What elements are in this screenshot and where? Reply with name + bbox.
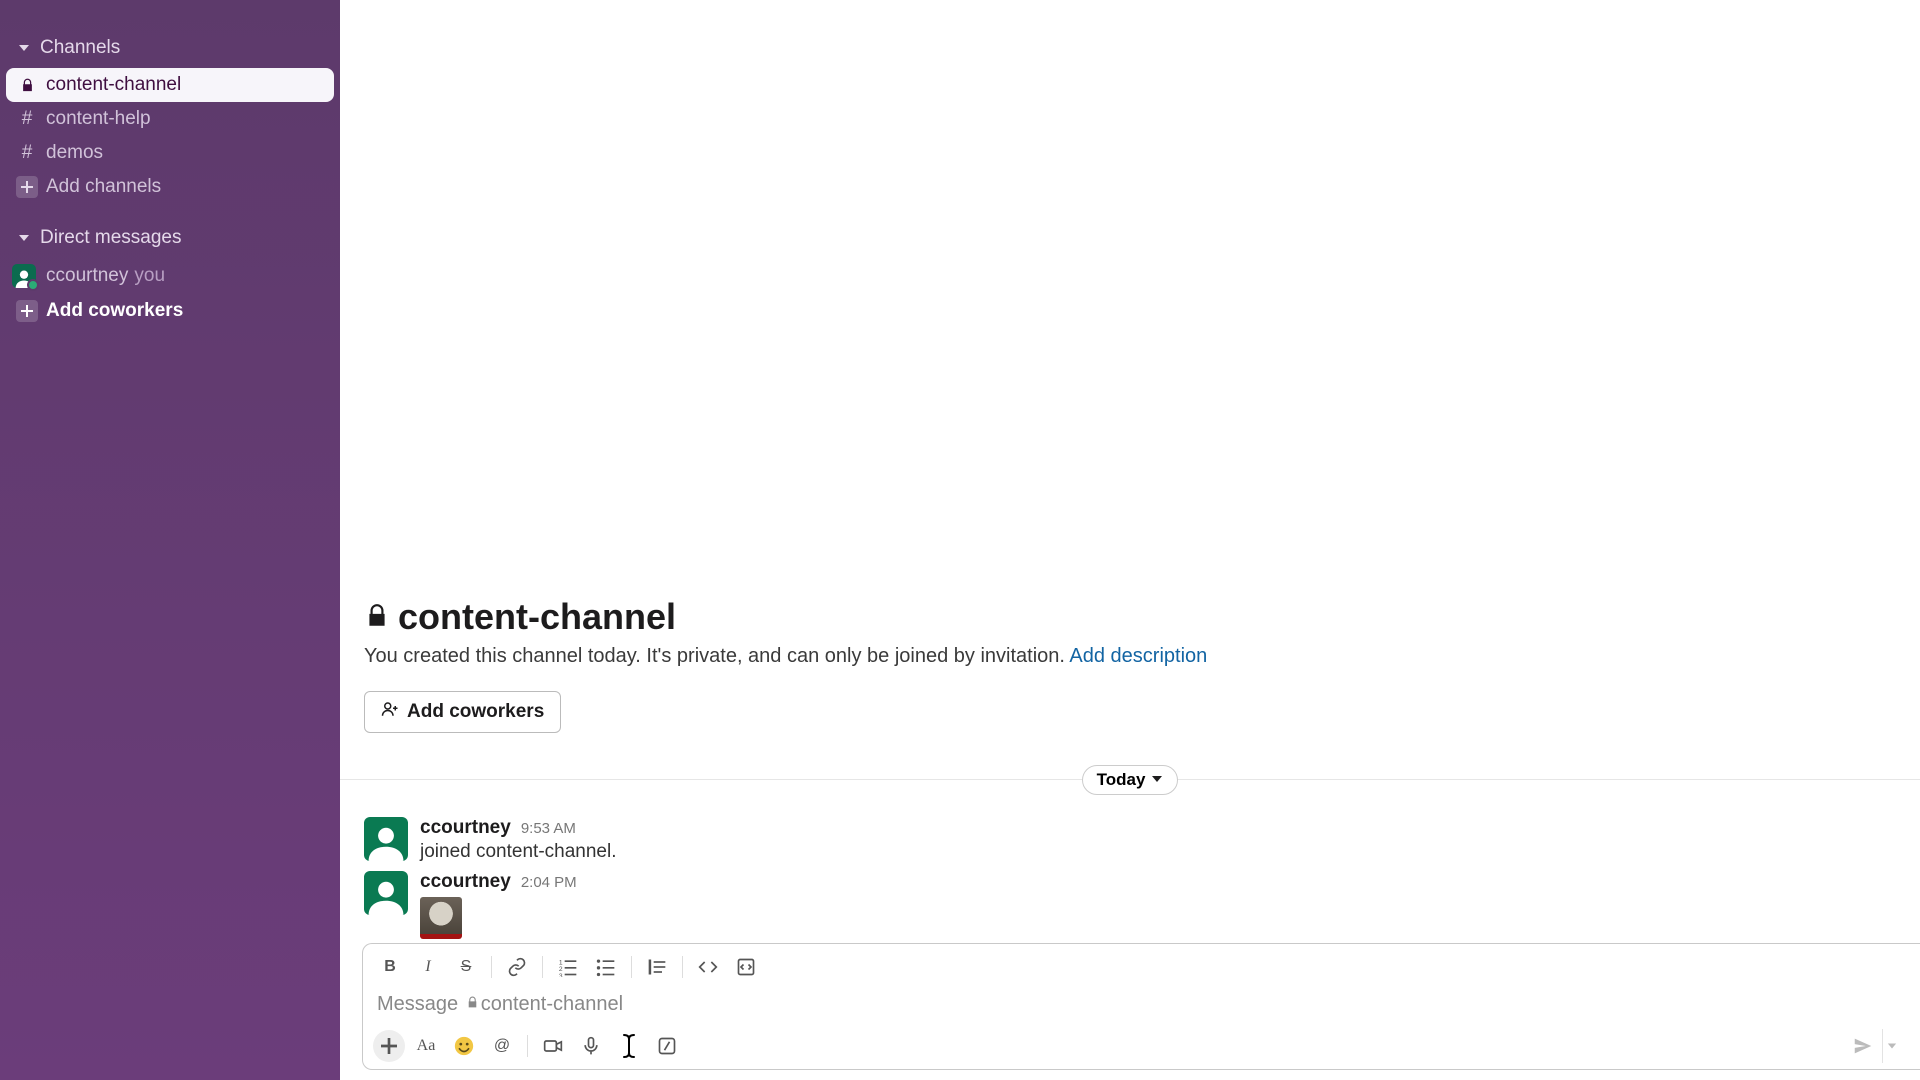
date-divider: Today xyxy=(340,779,1920,813)
shortcuts-button[interactable] xyxy=(650,1029,684,1063)
channels-section-header[interactable]: Channels xyxy=(0,28,340,68)
strikethrough-button[interactable]: S xyxy=(449,950,483,984)
message-author[interactable]: ccourtney xyxy=(420,871,511,893)
dm-you-label: you xyxy=(134,265,165,287)
channels-label: Channels xyxy=(40,37,120,59)
code-button[interactable] xyxy=(691,950,725,984)
svg-text:3: 3 xyxy=(559,973,563,977)
toolbar-separator xyxy=(631,956,632,978)
channel-title: content-channel xyxy=(364,596,1896,638)
send-options-button[interactable] xyxy=(1882,1029,1900,1063)
message-composer: B I S 123 xyxy=(362,943,1920,1070)
add-coworkers-btn-label: Add coworkers xyxy=(407,701,544,723)
plus-icon xyxy=(16,300,38,322)
message-image-attachment[interactable] xyxy=(420,897,462,939)
toolbar-separator xyxy=(491,956,492,978)
sidebar: Channels content-channel # content-help … xyxy=(0,0,340,1080)
composer-area: B I S 123 xyxy=(340,943,1920,1080)
message-input[interactable]: Message content-channel xyxy=(363,991,1920,1023)
toolbar-separator xyxy=(527,1035,528,1057)
message-author[interactable]: ccourtney xyxy=(420,817,511,839)
format-toggle-button[interactable]: Aa xyxy=(409,1029,443,1063)
message-text: joined content-channel. xyxy=(420,841,1896,863)
chevron-down-icon xyxy=(1151,770,1163,790)
placeholder-prefix: Message xyxy=(377,993,464,1015)
date-pill[interactable]: Today xyxy=(1082,765,1179,795)
date-label: Today xyxy=(1097,770,1146,790)
lock-icon xyxy=(16,78,38,93)
dm-username: ccourtney xyxy=(46,265,128,287)
mention-button[interactable]: @ xyxy=(485,1029,519,1063)
caret-down-icon xyxy=(16,230,32,246)
plus-icon xyxy=(16,176,38,198)
message-row: ccourtney 2:04 PM xyxy=(340,867,1920,943)
toolbar-separator xyxy=(682,956,683,978)
hash-icon: # xyxy=(16,142,38,164)
format-toolbar: B I S 123 xyxy=(363,944,1920,991)
link-button[interactable] xyxy=(500,950,534,984)
message-time: 9:53 AM xyxy=(521,820,576,837)
send-button[interactable] xyxy=(1846,1029,1880,1063)
message-row: ccourtney 9:53 AM joined content-channel… xyxy=(340,813,1920,867)
dm-label: Direct messages xyxy=(40,227,182,249)
add-channels-label: Add channels xyxy=(46,176,161,198)
channel-hero: content-channel You created this channel… xyxy=(340,596,1920,751)
toolbar-separator xyxy=(542,956,543,978)
code-block-button[interactable] xyxy=(729,950,763,984)
audio-button[interactable] xyxy=(574,1029,608,1063)
lock-icon xyxy=(364,596,390,638)
channel-label: demos xyxy=(46,142,103,164)
dm-section-header[interactable]: Direct messages xyxy=(0,218,340,258)
channel-label: content-help xyxy=(46,108,151,130)
bold-button[interactable]: B xyxy=(373,950,407,984)
avatar[interactable] xyxy=(364,871,408,915)
message-time: 2:04 PM xyxy=(521,874,577,891)
channel-content-help[interactable]: # content-help xyxy=(0,102,340,136)
composer-actions: Aa @ xyxy=(363,1023,1920,1069)
channel-demos[interactable]: # demos xyxy=(0,136,340,170)
placeholder-channel: content-channel xyxy=(481,993,623,1015)
channel-content-channel[interactable]: content-channel xyxy=(6,68,334,102)
add-coworkers-button[interactable]: Add coworkers xyxy=(364,691,561,733)
ordered-list-button[interactable]: 123 xyxy=(551,950,585,984)
main-pane: content-channel You created this channel… xyxy=(340,0,1920,1080)
channel-description: You created this channel today. It's pri… xyxy=(364,642,1896,671)
text-cursor-icon xyxy=(612,1029,646,1063)
blockquote-button[interactable] xyxy=(640,950,674,984)
presence-active-icon xyxy=(27,279,39,291)
add-coworkers-label: Add coworkers xyxy=(46,300,183,322)
add-description-link[interactable]: Add description xyxy=(1069,645,1207,667)
emoji-button[interactable] xyxy=(447,1029,481,1063)
dm-self[interactable]: ccourtney you xyxy=(0,258,340,294)
channel-label: content-channel xyxy=(46,74,181,96)
avatar xyxy=(12,264,36,288)
italic-button[interactable]: I xyxy=(411,950,445,984)
add-person-icon xyxy=(381,700,399,724)
lock-icon xyxy=(466,996,479,1013)
bullet-list-button[interactable] xyxy=(589,950,623,984)
add-coworkers-sidebar[interactable]: Add coworkers xyxy=(0,294,340,328)
channel-title-text: content-channel xyxy=(398,596,676,638)
caret-down-icon xyxy=(16,40,32,56)
avatar[interactable] xyxy=(364,817,408,861)
hash-icon: # xyxy=(16,108,38,130)
add-channels-button[interactable]: Add channels xyxy=(0,170,340,204)
video-button[interactable] xyxy=(536,1029,570,1063)
attach-button[interactable] xyxy=(373,1030,405,1062)
